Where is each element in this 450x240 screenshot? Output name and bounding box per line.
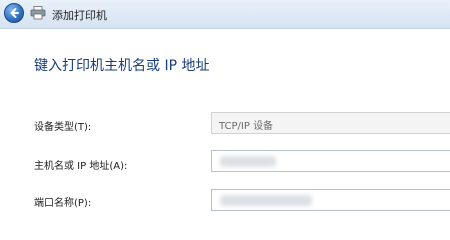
device-type-select[interactable]: TCP/IP 设备 bbox=[211, 112, 450, 134]
page-heading: 键入打印机主机名或 IP 地址 bbox=[34, 58, 210, 74]
back-arrow-icon bbox=[10, 8, 19, 18]
hostname-input[interactable] bbox=[211, 150, 450, 172]
printer-icon bbox=[30, 6, 46, 20]
port-name-input[interactable] bbox=[211, 189, 450, 211]
device-type-label: 设备类型(T): bbox=[34, 122, 92, 133]
window-title: 添加打印机 bbox=[52, 9, 107, 22]
back-button[interactable] bbox=[4, 3, 24, 23]
redacted-mask bbox=[220, 195, 312, 206]
port-name-label: 端口名称(P): bbox=[34, 198, 92, 209]
hostname-label: 主机名或 IP 地址(A): bbox=[34, 161, 128, 172]
device-type-value: TCP/IP 设备 bbox=[219, 121, 274, 132]
redacted-mask bbox=[220, 156, 276, 167]
title-bar: 添加打印机 bbox=[0, 0, 450, 29]
